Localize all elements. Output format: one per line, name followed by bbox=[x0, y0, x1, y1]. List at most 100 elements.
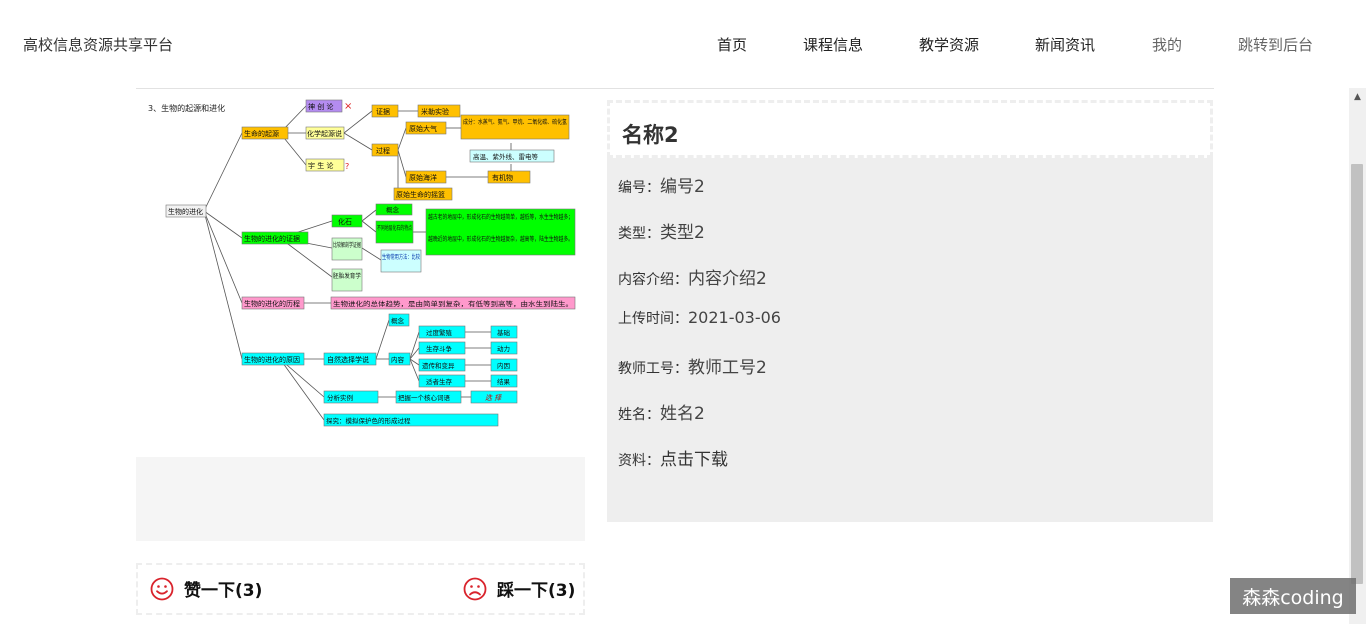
resource-image: 3、生物的起源和进化 生物的进化 生命的起源 神 创 论 × 化学起源说 宇 生… bbox=[136, 93, 585, 453]
nav-mine[interactable]: 我的 bbox=[1152, 34, 1182, 55]
field-number-value: 编号2 bbox=[660, 177, 705, 197]
node-basis: 基础 bbox=[490, 325, 518, 339]
detail-title-box: 名称2 bbox=[607, 100, 1213, 158]
node-explore-label: 探究：模拟保护色的形成过程 bbox=[326, 416, 411, 425]
field-upload-time-label: 上传时间： bbox=[618, 311, 688, 327]
node-embryo: 胚胎发育学 bbox=[331, 268, 363, 292]
node-creation-label: 神 创 论 bbox=[308, 102, 333, 111]
node-fossil-detail: 越古老的地层中，形成化石的生物越简单，越低等，水生生物越多； 越晚近的地层中，形… bbox=[425, 208, 576, 256]
node-trend-label: 生物进化的总体趋势，是由简单到复杂，有低等到高等，由水生到陆生。 bbox=[333, 299, 573, 308]
nav-course-info[interactable]: 课程信息 bbox=[803, 34, 863, 55]
node-components: 成分：水蒸气、氨气、甲烷、二氧化碳、硫化氢 bbox=[460, 114, 570, 140]
node-overbreed: 过度繁殖 bbox=[418, 325, 466, 339]
question-mark: ? bbox=[345, 162, 349, 171]
node-select-word: 选 择 bbox=[470, 390, 518, 404]
scroll-up-arrow-icon[interactable]: ▲ bbox=[1349, 88, 1366, 105]
node-anatomy: 比较解剖学证据 bbox=[331, 237, 363, 261]
node-anatomy-label: 比较解剖学证据 bbox=[333, 241, 361, 249]
node-evo-cause-label: 生物的进化的原因 bbox=[244, 355, 300, 364]
node-selection-label: 自然选择学说 bbox=[327, 355, 369, 364]
field-number-label: 编号： bbox=[618, 180, 660, 196]
node-process: 过程 bbox=[371, 143, 399, 157]
node-energy-label: 高温、紫外线、雷电等 bbox=[473, 152, 539, 161]
node-trend: 生物进化的总体趋势，是由简单到复杂，有低等到高等，由水生到陆生。 bbox=[330, 296, 576, 310]
node-miller-label: 米勒实验 bbox=[421, 107, 449, 116]
node-universe-label: 宇 生 论 bbox=[308, 161, 333, 170]
node-fossil-old-label: 越古老的地层中，形成化石的生物越简单，越低等，水生生物越多； bbox=[428, 213, 573, 221]
page-scrollbar[interactable]: ▲ bbox=[1349, 88, 1366, 624]
node-internal-label: 内因 bbox=[497, 361, 510, 370]
evolution-mindmap: 3、生物的起源和进化 生物的进化 生命的起源 神 创 论 × 化学起源说 宇 生… bbox=[148, 99, 576, 427]
node-chem: 化学起源说 bbox=[305, 126, 345, 140]
node-ocean: 原始海洋 bbox=[405, 170, 447, 184]
field-name-label: 姓名： bbox=[618, 407, 660, 423]
node-process-label: 过程 bbox=[376, 146, 390, 155]
nav-news[interactable]: 新闻资讯 bbox=[1035, 34, 1095, 55]
nav-home[interactable]: 首页 bbox=[717, 34, 747, 55]
field-name-value: 姓名2 bbox=[660, 404, 705, 424]
node-selection: 自然选择学说 bbox=[323, 352, 377, 366]
node-concept2-label: 概念 bbox=[391, 316, 405, 325]
node-root-label: 生物的进化 bbox=[168, 207, 203, 216]
node-fossil-label: 化石 bbox=[338, 217, 352, 226]
node-origin: 生命的起源 bbox=[241, 126, 289, 140]
node-method-label: 生物常用方法：比较 bbox=[382, 253, 420, 261]
field-teacher-id: 教师工号：教师工号2 bbox=[618, 353, 767, 378]
node-organic-label: 有机物 bbox=[492, 173, 513, 182]
node-content-label: 内容 bbox=[391, 355, 405, 364]
node-heredity-label: 遗传和变异 bbox=[422, 361, 455, 370]
node-content: 内容 bbox=[388, 352, 411, 366]
frown-icon bbox=[463, 577, 487, 600]
mindmap-lines bbox=[203, 105, 512, 421]
field-upload-time-value: 2021-03-06 bbox=[688, 308, 781, 327]
image-caption-area bbox=[136, 457, 585, 541]
node-cradle-label: 原始生命的摇篮 bbox=[396, 190, 445, 199]
top-header: 高校信息资源共享平台 首页 课程信息 教学资源 新闻资讯 我的 跳转到后台 bbox=[0, 0, 1366, 88]
node-struggle: 生存斗争 bbox=[418, 341, 466, 355]
field-name: 姓名：姓名2 bbox=[618, 399, 705, 424]
field-intro-value: 内容介绍2 bbox=[688, 269, 767, 289]
node-energy: 高温、紫外线、雷电等 bbox=[469, 149, 555, 163]
cross-mark: × bbox=[344, 101, 352, 112]
dislike-label: 踩一下(3) bbox=[497, 581, 576, 601]
scroll-thumb[interactable] bbox=[1351, 164, 1363, 584]
node-origin-label: 生命的起源 bbox=[244, 129, 279, 138]
dislike-button[interactable]: 踩一下(3) bbox=[463, 576, 575, 601]
node-keyword: 把握一个核心词语 bbox=[395, 390, 462, 404]
node-concept2: 概念 bbox=[388, 313, 410, 327]
node-components-label: 成分：水蒸气、氨气、甲烷、二氧化碳、硫化氢 bbox=[463, 118, 567, 126]
field-number: 编号：编号2 bbox=[618, 172, 705, 197]
node-atmos: 原始大气 bbox=[405, 121, 447, 135]
node-select-word-label: 选 择 bbox=[485, 394, 502, 402]
like-button[interactable]: 赞一下(3) bbox=[150, 576, 262, 601]
node-heredity: 遗传和变异 bbox=[418, 358, 466, 372]
node-result: 结果 bbox=[490, 374, 518, 388]
vote-bar: 赞一下(3) 踩一下(3) bbox=[136, 563, 585, 615]
field-teacher-id-value: 教师工号2 bbox=[688, 358, 767, 378]
node-strata: 不同地层化石的特点 bbox=[375, 220, 414, 244]
node-concept1: 概念 bbox=[375, 203, 413, 216]
node-evidence-top-label: 证据 bbox=[376, 107, 390, 116]
field-teacher-id-label: 教师工号： bbox=[618, 361, 688, 377]
download-link[interactable]: 点击下载 bbox=[660, 450, 728, 470]
node-evidence-top: 证据 bbox=[371, 104, 399, 118]
node-evo-evidence-label: 生物的进化的证据 bbox=[244, 234, 300, 243]
node-result-label: 结果 bbox=[497, 377, 511, 386]
node-evo-cause: 生物的进化的原因 bbox=[241, 352, 305, 366]
node-overbreed-label: 过度繁殖 bbox=[426, 328, 453, 337]
node-creation: 神 创 论 bbox=[305, 99, 343, 113]
field-intro-label: 内容介绍： bbox=[618, 272, 688, 288]
field-type: 类型：类型2 bbox=[618, 218, 705, 243]
node-evo-history: 生物的进化的历程 bbox=[241, 296, 305, 310]
field-upload-time: 上传时间：2021-03-06 bbox=[618, 308, 781, 328]
node-example-label: 分析实例 bbox=[327, 393, 353, 402]
node-keyword-label: 把握一个核心词语 bbox=[398, 393, 451, 402]
header-divider bbox=[136, 88, 1214, 89]
nav-teaching-resources[interactable]: 教学资源 bbox=[919, 34, 979, 55]
field-type-value: 类型2 bbox=[660, 223, 705, 243]
smile-icon bbox=[150, 577, 174, 600]
node-strata-label: 不同地层化石的特点 bbox=[377, 224, 412, 232]
resource-title: 名称2 bbox=[622, 123, 679, 147]
nav-admin[interactable]: 跳转到后台 bbox=[1238, 34, 1313, 55]
node-motive-label: 动力 bbox=[497, 344, 510, 353]
